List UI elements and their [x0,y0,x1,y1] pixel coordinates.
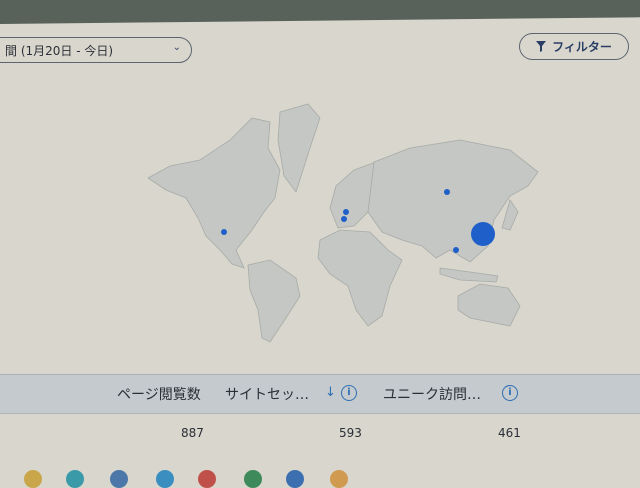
date-range-dropdown[interactable]: 間 (1月20日 - 今日) ⌄ [0,37,192,63]
filter-label: フィルター [552,40,612,54]
column-header-page-views[interactable]: ページ閲覧数 [117,384,201,404]
column-header-unique-visitors[interactable]: ユニーク訪問… [383,384,481,404]
taskbar-icon[interactable] [110,470,128,488]
greenland [277,103,321,193]
table-header: ページ閲覧数 サイトセッ… ↓ i ユニーク訪問… i [0,374,640,414]
taskbar-icon[interactable] [156,470,174,488]
marker-japan[interactable] [471,222,495,246]
date-range-label: 間 (1月20日 - 今日) [5,43,114,58]
europe [329,161,377,229]
marker-europe-south[interactable] [341,216,347,222]
browser-top-bar [0,0,640,24]
marker-southern-china[interactable] [453,247,459,253]
chevron-down-icon: ⌄ [172,42,181,53]
filter-icon [536,41,547,52]
africa [317,229,403,327]
cell-page-views: 887 [181,426,204,440]
taskbar-icon[interactable] [330,470,348,488]
asia [367,139,539,263]
column-header-site-sessions[interactable]: サイトセッ… [225,384,309,404]
info-icon[interactable]: i [341,385,357,401]
taskbar-icon[interactable] [244,470,262,488]
indonesia [439,267,499,283]
world-map[interactable] [140,100,540,350]
info-icon[interactable]: i [502,385,518,401]
filter-button[interactable]: フィルター [519,33,629,60]
marker-europe-north[interactable] [343,209,349,215]
north-america [147,117,281,269]
australia [457,283,521,327]
taskbar-icon[interactable] [286,470,304,488]
cell-site-sessions: 593 [339,426,362,440]
marker-russia[interactable] [444,189,450,195]
marker-united-states[interactable] [221,229,227,235]
cell-unique-visitors: 461 [498,426,521,440]
sort-descending-icon[interactable]: ↓ [325,385,336,400]
taskbar-icon[interactable] [66,470,84,488]
south-america [247,259,301,343]
taskbar-icon[interactable] [24,470,42,488]
taskbar-icon[interactable] [198,470,216,488]
